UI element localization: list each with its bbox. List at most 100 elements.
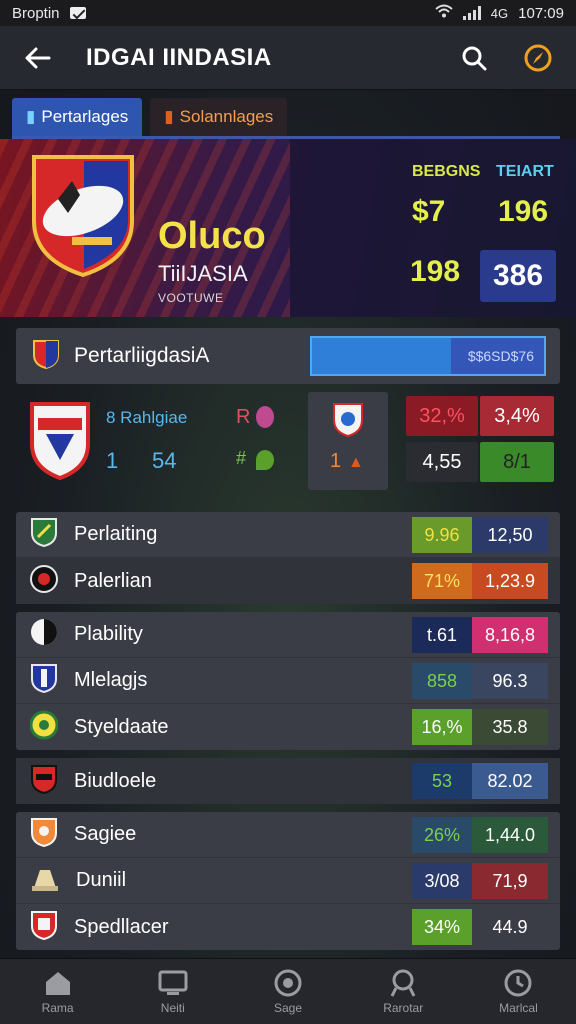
shield-icon — [30, 517, 58, 552]
row-value-2: 44.9 — [472, 909, 548, 945]
league-badge-icon — [32, 339, 60, 374]
bottom-nav: Rama Neiti Sage Rarotar Marlcal — [0, 958, 576, 1024]
tab-solannlages[interactable]: ▮ Solannlages — [150, 98, 288, 136]
progress-text: $$6SD$76 — [467, 348, 534, 364]
row-value-2: 12,50 — [472, 516, 548, 553]
opponent-crest-icon — [332, 402, 364, 443]
stat-header-1: BEBGNS — [412, 163, 481, 180]
club-subtitle: TiiIJASIA — [158, 261, 248, 286]
stats-group-4: Sagiee 26% 1,44.0 Duniil 3/08 71,9 Spedl… — [16, 812, 560, 950]
stat-value-2: 196 — [498, 195, 549, 228]
mail-notification-icon — [69, 7, 86, 19]
club-crest-icon — [28, 151, 138, 279]
shield-icon — [30, 663, 58, 698]
list-item[interactable]: Sagiee 26% 1,44.0 — [16, 812, 560, 858]
stat-value-3: 198 — [410, 255, 461, 288]
list-item[interactable]: Palerlian 71% 1,23.9 — [16, 558, 560, 604]
stat-value-1: $7 — [412, 195, 446, 228]
shield-icon — [30, 617, 58, 652]
team-crest-icon — [28, 400, 92, 485]
carrier-text: Broptin — [12, 4, 60, 22]
list-item[interactable]: Plability t.61 8,16,8 — [16, 612, 560, 658]
back-arrow-icon[interactable] — [20, 40, 56, 76]
row-value-1: 3/08 — [412, 862, 472, 899]
match-center-tile[interactable]: 1 ▲ — [308, 392, 388, 490]
trophy-icon — [388, 969, 418, 997]
search-icon[interactable] — [456, 40, 492, 76]
stats-group-2: Plability t.61 8,16,8 Mlelagjs 858 96.3 … — [16, 612, 560, 750]
nav-home[interactable]: Rama — [0, 959, 115, 1024]
tab-pertarlages[interactable]: ▮ Pertarlages — [12, 98, 143, 136]
row-value-1: t.61 — [412, 616, 472, 653]
leaf-icon — [256, 450, 274, 470]
nav-clock[interactable]: Marlcal — [461, 959, 576, 1024]
match-mark-red: R — [236, 406, 251, 428]
page-title: IDGAI IINDASIA — [86, 43, 272, 71]
status-bar: Broptin 4G 107:09 — [0, 0, 576, 26]
flag-icon: ▮ — [164, 107, 174, 126]
row-value-2: 35.8 — [472, 709, 548, 745]
nav-label: Marlcal — [499, 1000, 538, 1015]
nav-tv[interactable]: Neiti — [115, 959, 230, 1024]
tab-bar: ▮ Pertarlages ▮ Solannlages — [12, 98, 288, 136]
nav-label: Rama — [41, 1000, 74, 1015]
app-bar: IDGAI IINDASIA — [0, 26, 576, 90]
list-item[interactable]: Biudloele 53 82.02 — [16, 758, 560, 804]
tv-icon — [158, 969, 188, 997]
shield-icon — [30, 910, 58, 945]
home-icon — [43, 969, 73, 997]
match-mark-green: # — [236, 448, 247, 468]
match-cell-1: 32,% — [406, 396, 478, 436]
nav-label: Sage — [273, 1000, 303, 1015]
flame-icon: ▲ — [348, 454, 364, 471]
stat-value-4: 386 — [492, 259, 544, 292]
league-section-bar[interactable]: PertarliigdasiA $$6SD$76 — [16, 328, 560, 384]
list-item[interactable]: Spedllacer 34% 44.9 — [16, 904, 560, 950]
stats-list: Perlaiting 9.96 12,50 Palerlian 71% 1,23… — [16, 512, 560, 958]
compass-icon[interactable] — [520, 40, 556, 76]
row-value-1: 26% — [412, 816, 472, 853]
row-value-2: 71,9 — [472, 862, 548, 899]
club-name: Oluco — [158, 215, 266, 257]
flag-icon: ▮ — [26, 107, 36, 126]
row-value-2: 8,16,8 — [472, 616, 548, 653]
row-value-1: 53 — [412, 763, 472, 799]
row-value-2: 1,23.9 — [472, 563, 548, 599]
fan-icon — [256, 406, 274, 428]
stat-value-4-box: 386 — [480, 250, 556, 302]
clock-text: 107:09 — [518, 4, 564, 22]
row-value-2: 82.02 — [472, 763, 548, 799]
row-value-1: 16,% — [412, 709, 472, 745]
stat-header-2: TEIART — [496, 163, 554, 180]
stats-group-1: Perlaiting 9.96 12,50 Palerlian 71% 1,23… — [16, 512, 560, 604]
list-item[interactable]: Perlaiting 9.96 12,50 — [16, 512, 560, 558]
row-value-2: 96.3 — [472, 662, 548, 699]
list-item[interactable]: Styeldaate 16,% 35.8 — [16, 704, 560, 750]
list-item[interactable]: Mlelagjs 858 96.3 — [16, 658, 560, 704]
tab-label: Solannlages — [179, 107, 274, 126]
match-cell-4: 8/1 — [480, 442, 554, 482]
row-value-2: 1,44.0 — [472, 816, 548, 853]
match-number-1: 1 — [106, 448, 119, 473]
match-card[interactable]: 8 Rahlgiae 1 54 R # 1 ▲ 32,% 3,4% 4,55 8… — [16, 392, 560, 492]
nav-ball[interactable]: Sage — [230, 959, 345, 1024]
club-hero-banner: Oluco TiiIJASIA VOOTUWE BEBGNS TEIART $7… — [0, 139, 576, 317]
shield-icon — [30, 564, 58, 599]
match-team-name: 8 Rahlgiae — [106, 408, 188, 427]
nav-label: Rarotar — [383, 1000, 424, 1015]
shield-icon — [29, 710, 59, 745]
nav-trophy[interactable]: Rarotar — [346, 959, 461, 1024]
row-value-1: 71% — [412, 563, 472, 599]
match-number-2: 54 — [152, 448, 177, 473]
tab-label: Pertarlages — [41, 107, 129, 126]
nav-label: Neiti — [160, 1000, 185, 1015]
club-caption: VOOTUWE — [158, 291, 224, 305]
wifi-icon — [435, 4, 453, 22]
stats-group-3: Biudloele 53 82.02 — [16, 758, 560, 804]
clock-icon — [503, 969, 533, 997]
ball-icon — [273, 969, 303, 997]
shield-icon — [30, 817, 58, 852]
list-item[interactable]: Duniil 3/08 71,9 — [16, 858, 560, 904]
signal-icon — [462, 6, 481, 20]
match-cell-3: 4,55 — [406, 442, 478, 482]
